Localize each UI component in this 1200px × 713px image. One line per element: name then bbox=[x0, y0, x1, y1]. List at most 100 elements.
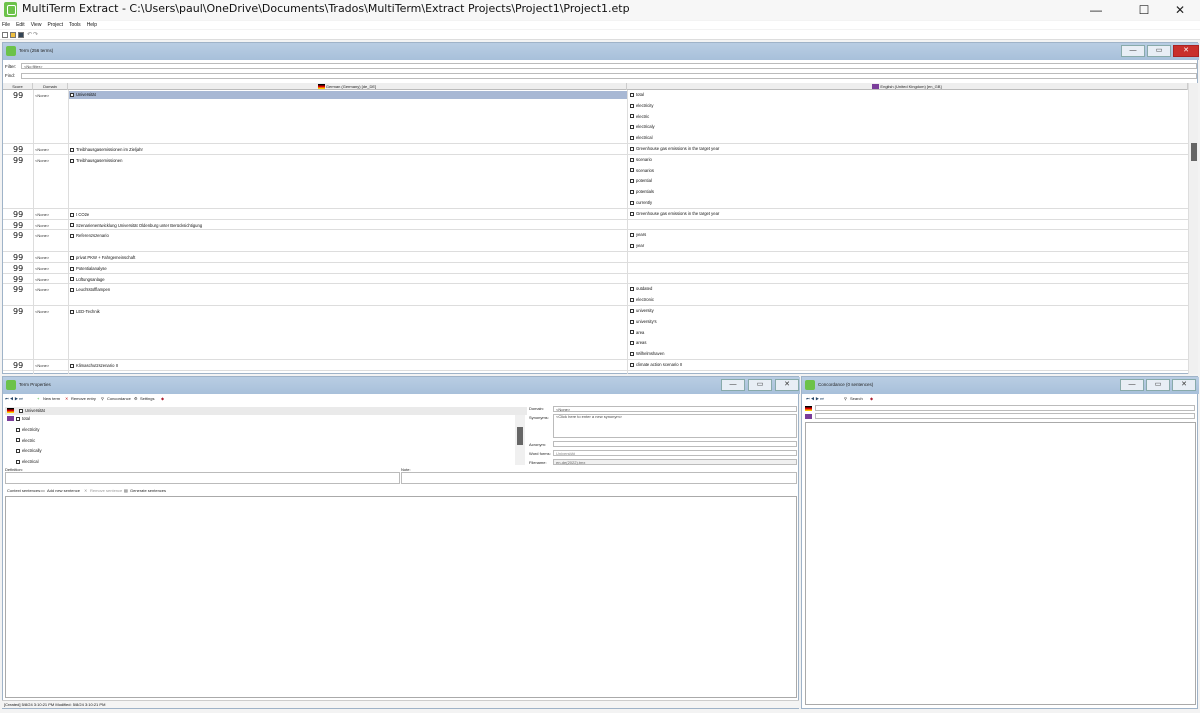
source-term-cell[interactable]: Treibhausgasemissionen bbox=[69, 158, 122, 163]
target-term-cell[interactable]: scenarios bbox=[629, 168, 654, 173]
menu-tools[interactable]: Tools bbox=[69, 21, 81, 29]
term-checkbox[interactable] bbox=[70, 266, 74, 271]
source-term-cell[interactable]: Potentialanalyse bbox=[69, 266, 107, 271]
term-checkbox[interactable] bbox=[70, 158, 74, 163]
table-row[interactable]: 99 <None> Klimaschutzszenario II climate ac… bbox=[3, 360, 1188, 371]
save-icon[interactable] bbox=[18, 32, 24, 38]
target-checkbox[interactable] bbox=[630, 168, 634, 173]
target-term-cell[interactable]: electricaly bbox=[629, 124, 655, 129]
add-new-sentence-button[interactable]: ▭ Add new sentence bbox=[41, 488, 80, 493]
table-row[interactable]: 99 <None> Leuchtstofflampen outdated electro… bbox=[3, 284, 1188, 306]
first-icon[interactable]: ⏮ bbox=[5, 396, 9, 401]
conc-last-icon[interactable]: ⏭ bbox=[820, 396, 824, 401]
table-row[interactable]: 99 <None> LED-Technik university university'… bbox=[3, 306, 1188, 360]
table-row[interactable]: 99 <None> privat PKW + Fahrgemeinschaft bbox=[3, 252, 1188, 263]
target-term-cell[interactable]: currently bbox=[629, 200, 652, 205]
target-checkbox[interactable] bbox=[630, 103, 634, 108]
term-checkbox[interactable] bbox=[70, 92, 74, 97]
target-term-cell[interactable]: Wilhelmshaven bbox=[629, 351, 664, 356]
target-checkbox[interactable] bbox=[630, 114, 634, 119]
target-term-cell[interactable]: electronic bbox=[629, 297, 654, 302]
target-term-cell[interactable]: university's bbox=[629, 319, 657, 324]
list-item[interactable]: total bbox=[15, 416, 30, 421]
concordance-restore-button[interactable]: ▭ bbox=[1146, 379, 1170, 391]
target-checkbox[interactable] bbox=[630, 157, 634, 162]
concordance-close-button[interactable]: ✕ bbox=[1172, 379, 1196, 391]
table-row[interactable]: 99 <None> Lüftungsanlage bbox=[3, 274, 1188, 285]
target-checkbox[interactable] bbox=[16, 449, 20, 454]
column-source-language[interactable]: German (Germany) [de_DE] bbox=[68, 83, 627, 90]
concordance-button[interactable]: ⚲ Concordance bbox=[101, 396, 131, 401]
term-checkbox[interactable] bbox=[70, 363, 74, 368]
target-checkbox[interactable] bbox=[16, 460, 20, 465]
target-checkbox[interactable] bbox=[630, 92, 634, 97]
list-item[interactable]: electricity bbox=[15, 427, 39, 432]
table-row[interactable]: 99 <None> Treibhausgasemissionen scenario sc… bbox=[3, 155, 1188, 209]
find-input[interactable] bbox=[21, 73, 1197, 79]
term-checkbox[interactable] bbox=[70, 288, 74, 293]
target-checkbox[interactable] bbox=[630, 136, 634, 141]
settings-button[interactable]: ⚙ Settings bbox=[134, 396, 154, 401]
target-term-cell[interactable]: potential bbox=[629, 178, 652, 183]
conc-next-icon[interactable]: ▶ bbox=[815, 396, 819, 401]
remove-sentence-button[interactable]: ✕ Remove sentence bbox=[84, 488, 122, 493]
term-panel-close-button[interactable]: ✕ bbox=[1173, 45, 1199, 57]
target-term-cell[interactable]: university bbox=[629, 308, 654, 313]
target-checkbox[interactable] bbox=[630, 233, 634, 238]
properties-restore-button[interactable]: ▭ bbox=[748, 379, 772, 391]
term-checkbox[interactable] bbox=[70, 234, 74, 239]
source-term-cell[interactable]: Leuchtstofflampen bbox=[69, 287, 110, 292]
target-checkbox[interactable] bbox=[630, 287, 634, 292]
target-checkbox[interactable] bbox=[16, 427, 20, 432]
note-field[interactable] bbox=[401, 472, 797, 484]
menu-file[interactable]: File bbox=[2, 21, 10, 29]
target-term-cell[interactable]: electricity bbox=[629, 103, 653, 108]
target-term-cell[interactable]: potentials bbox=[629, 189, 654, 194]
target-checkbox[interactable] bbox=[630, 352, 634, 357]
filter-dropdown[interactable]: <No filter> bbox=[21, 63, 1197, 69]
conc-help-icon[interactable]: ◆ bbox=[870, 396, 873, 401]
target-checkbox[interactable] bbox=[630, 244, 634, 249]
target-term-cell[interactable]: total bbox=[629, 92, 644, 97]
term-panel-minimize-button[interactable]: — bbox=[1121, 45, 1145, 57]
conc-prev-icon[interactable]: ◀ bbox=[811, 396, 815, 401]
term-checkbox[interactable] bbox=[70, 255, 74, 260]
prev-icon[interactable]: ◀ bbox=[10, 396, 14, 401]
wordforms-field[interactable]: Universität bbox=[553, 450, 797, 456]
minimize-button[interactable]: — bbox=[1076, 0, 1116, 20]
menu-edit[interactable]: Edit bbox=[16, 21, 25, 29]
target-checkbox[interactable] bbox=[630, 298, 634, 303]
source-term-cell[interactable]: Lüftungsanlage bbox=[69, 277, 105, 282]
generate-sentences-button[interactable]: ▤ Generate sentences bbox=[124, 488, 166, 493]
table-row[interactable]: 99 <None> Szenarienentwicklung Universität… bbox=[3, 220, 1188, 231]
target-term-cell[interactable]: Greenhouse gas emissions in the target y… bbox=[629, 211, 719, 216]
properties-minimize-button[interactable]: — bbox=[721, 379, 745, 391]
search-button[interactable]: ⚲ Search bbox=[844, 396, 863, 401]
term-checkbox[interactable] bbox=[70, 223, 74, 228]
open-folder-icon[interactable] bbox=[10, 32, 16, 38]
term-checkbox[interactable] bbox=[70, 147, 74, 152]
source-term-cell[interactable]: Treibhausgasemissionen im Zieljahr bbox=[69, 147, 143, 152]
maximize-button[interactable]: ☐ bbox=[1124, 0, 1164, 20]
table-row[interactable]: 99 <None> Potentialanalyse bbox=[3, 263, 1188, 274]
target-checkbox[interactable] bbox=[630, 319, 634, 324]
column-score[interactable]: Score bbox=[3, 83, 33, 90]
source-term-cell[interactable]: Klimaschutzszenario II bbox=[69, 363, 118, 368]
menu-project[interactable]: Project bbox=[47, 21, 63, 29]
target-term-cell[interactable]: areas bbox=[629, 340, 646, 345]
target-checkbox[interactable] bbox=[630, 190, 634, 195]
redo-icon[interactable]: ↷ bbox=[33, 31, 38, 38]
source-term-row[interactable]: Universität bbox=[5, 407, 527, 415]
target-checkbox[interactable] bbox=[16, 416, 20, 421]
target-checkbox[interactable] bbox=[16, 438, 20, 443]
menu-help[interactable]: Help bbox=[87, 21, 97, 29]
list-item[interactable]: electric bbox=[15, 438, 35, 443]
target-term-cell[interactable]: electrical bbox=[629, 135, 653, 140]
new-file-icon[interactable] bbox=[2, 32, 8, 38]
source-term-checkbox[interactable] bbox=[19, 409, 23, 413]
target-checkbox[interactable] bbox=[630, 341, 634, 346]
term-panel-restore-button[interactable]: ▭ bbox=[1147, 45, 1171, 57]
target-term-cell[interactable]: scenario bbox=[629, 157, 652, 162]
concordance-minimize-button[interactable]: — bbox=[1120, 379, 1144, 391]
target-checkbox[interactable] bbox=[630, 125, 634, 130]
